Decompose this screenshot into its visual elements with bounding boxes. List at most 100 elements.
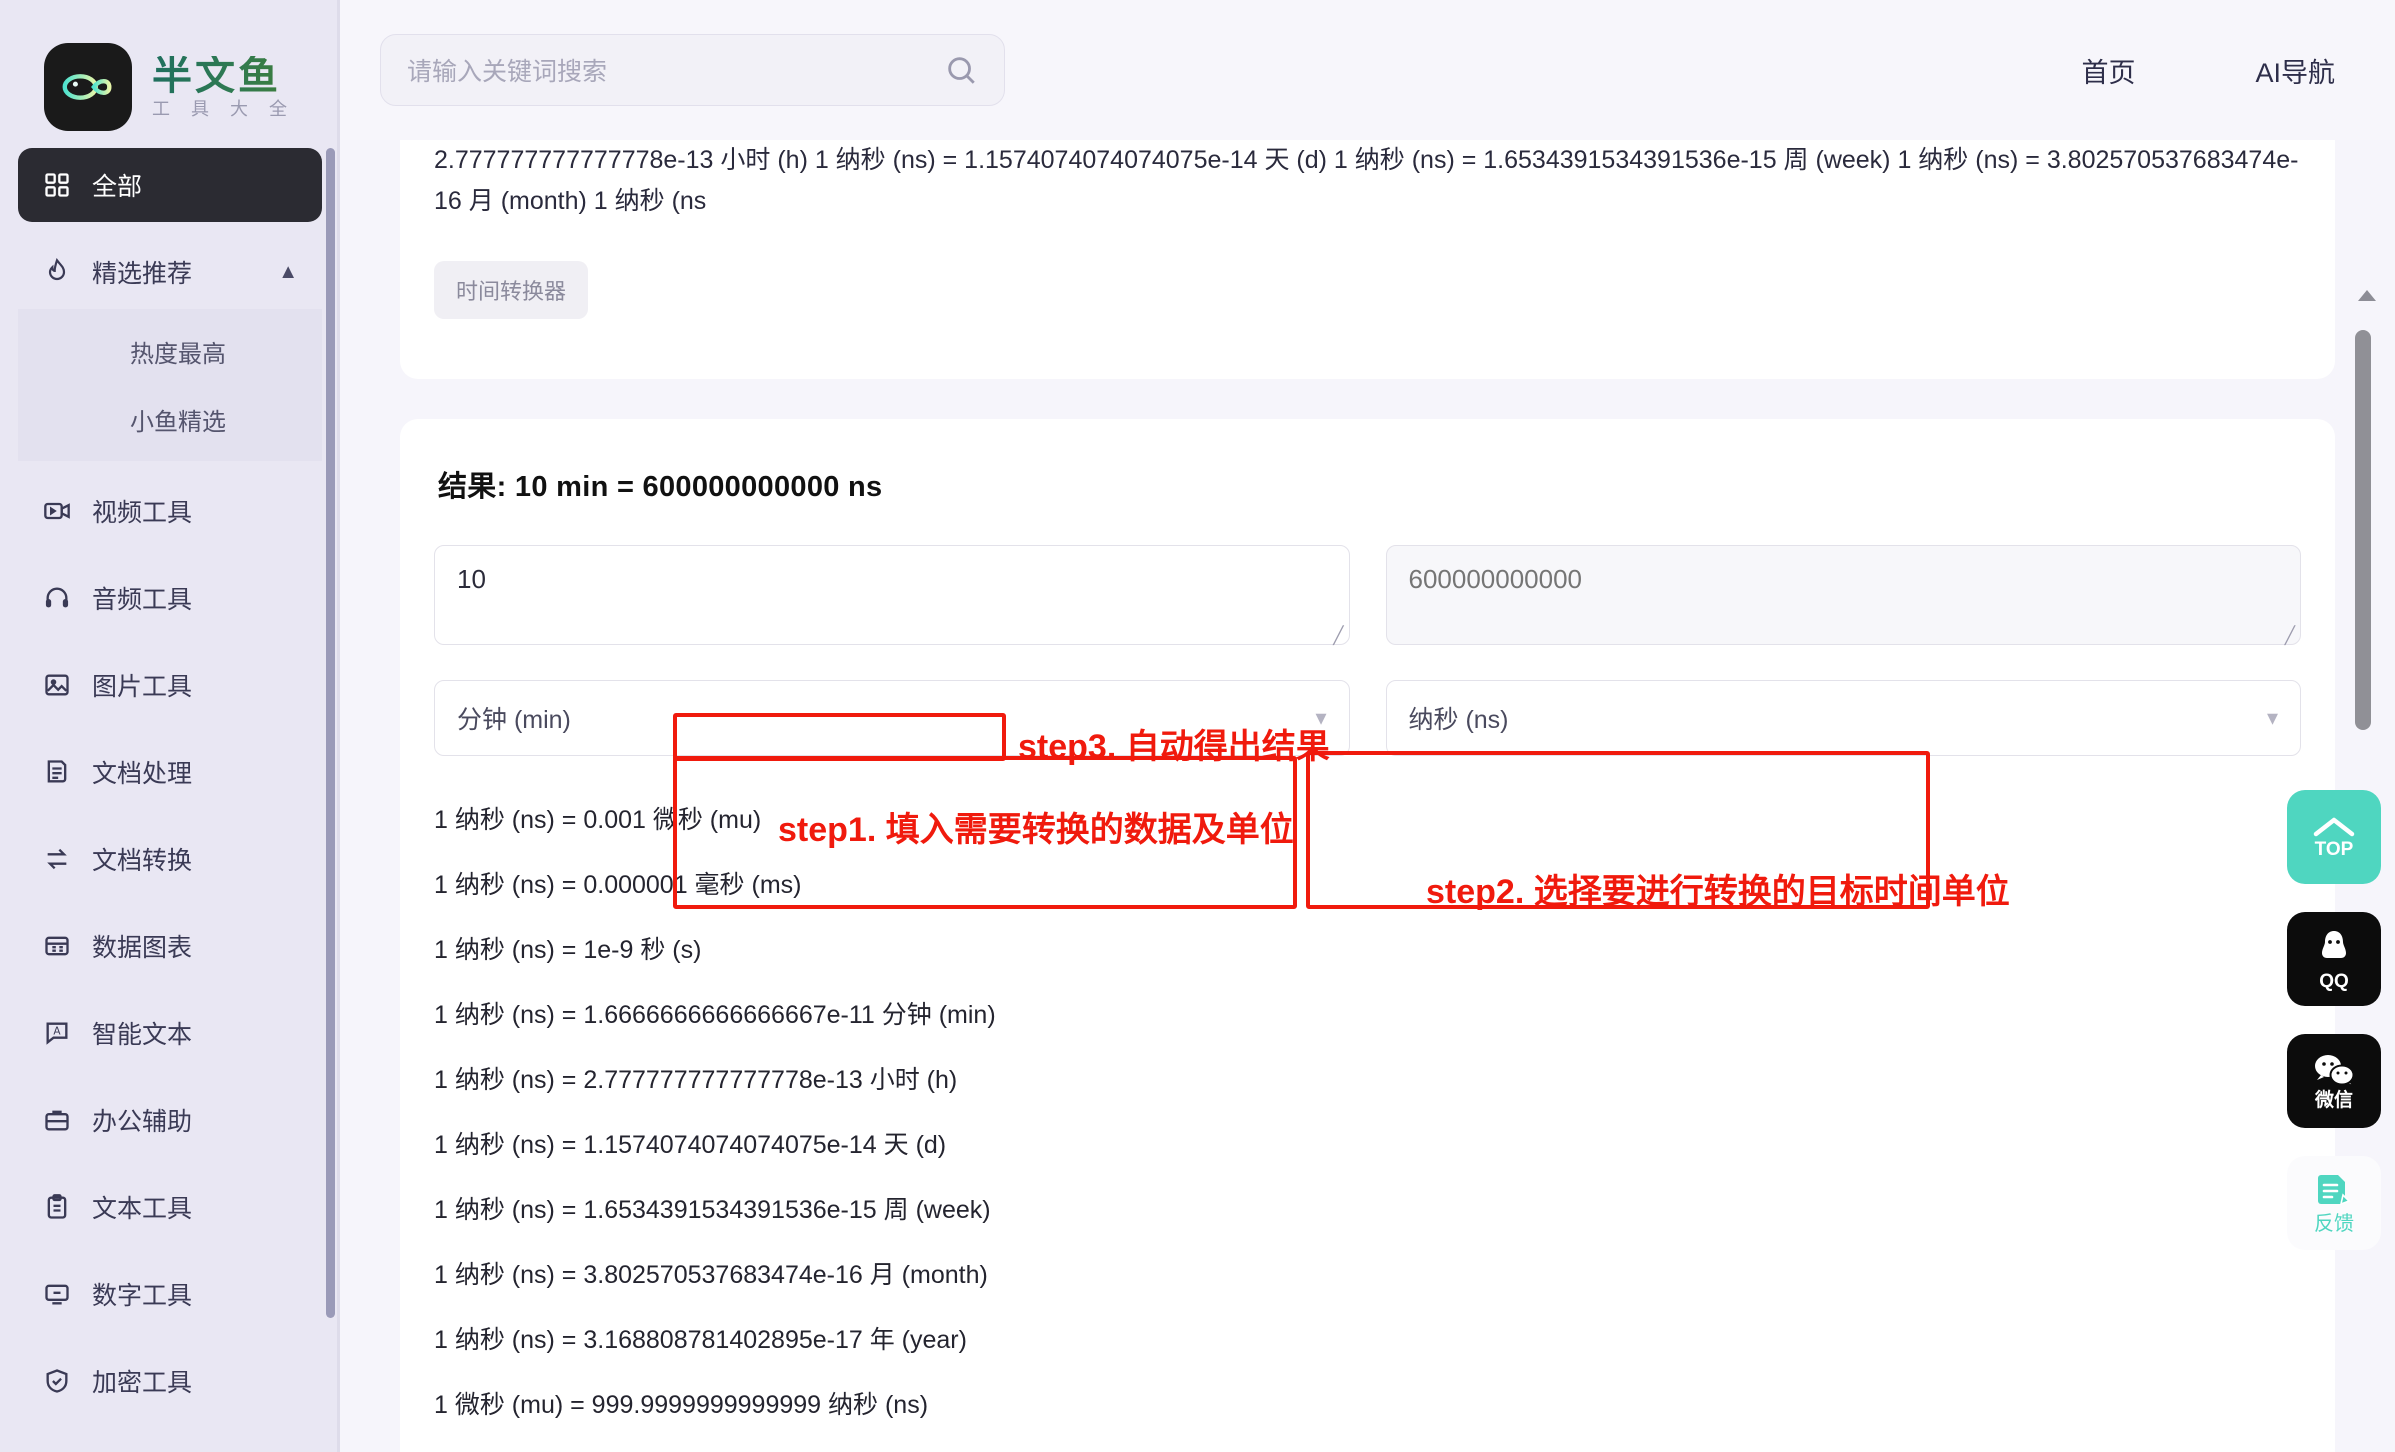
list-item: 1 纳秒 (ns) = 3.802570537683474e-16 月 (mon… xyxy=(434,1260,988,1289)
sidebar-item-label: 全部 xyxy=(92,173,143,201)
content-scroll-area: 1 纳秒 (ns) 1 纳秒 (ns) 1 纳秒 (ns) 1 纳秒 (ns) … xyxy=(340,122,2395,1452)
sidebar-item-label: 加密工具 xyxy=(92,1369,193,1397)
scroll-up-arrow-icon[interactable] xyxy=(2358,290,2376,301)
sidebar-item-picks[interactable]: 小鱼精选 xyxy=(18,385,322,453)
feedback-edit-icon xyxy=(2318,1175,2351,1206)
sidebar-item-office[interactable]: 办公辅助 xyxy=(18,1083,322,1157)
scrollbar-thumb[interactable] xyxy=(2355,330,2371,730)
description-line-1: 2.777777777777778e-13 小时 (h) 1 纳秒 (ns) =… xyxy=(434,146,2040,174)
grid-icon xyxy=(42,170,72,200)
target-unit-select[interactable]: 纳秒 (ns) ▾ xyxy=(1385,679,2301,756)
sidebar-item-label: 音频工具 xyxy=(92,586,193,614)
sidebar-item-label: 文本工具 xyxy=(92,1195,193,1223)
brand-title: 半文鱼 xyxy=(152,56,295,96)
shield-check-icon xyxy=(42,1366,72,1396)
sidebar-item-label: 智能文本 xyxy=(92,1021,193,1049)
sidebar-item-video[interactable]: 视频工具 xyxy=(18,474,322,548)
main-area: 请输入关键词搜索 首页 AI导航 1 纳秒 (ns) 1 纳秒 (ns) 1 纳… xyxy=(340,0,2395,1452)
wechat-button[interactable]: 微信 xyxy=(2287,1034,2381,1128)
converter-source-column: ╱ 分钟 (min) ▾ xyxy=(434,544,1350,756)
rail-label: 反馈 xyxy=(2314,1213,2354,1235)
search-input[interactable]: 请输入关键词搜索 xyxy=(380,34,1005,106)
search-icon[interactable] xyxy=(944,53,978,87)
top-bar: 请输入关键词搜索 首页 AI导航 xyxy=(340,0,2395,140)
sidebar-item-hottest[interactable]: 热度最高 xyxy=(18,317,322,385)
rail-label: 微信 xyxy=(2314,1089,2353,1111)
sidebar-item-label: 文档处理 xyxy=(92,760,193,788)
image-icon xyxy=(42,670,72,700)
chevron-up-icon[interactable]: ▲ xyxy=(278,261,298,284)
target-value-input[interactable] xyxy=(1385,544,2301,645)
convert-icon xyxy=(42,844,72,874)
svg-text:A: A xyxy=(53,1026,61,1038)
sidebar-nav: 全部 精选推荐 ▲ 热度最高 小鱼精选 视频工具 音频工具 图片工具 文档处理 … xyxy=(0,148,340,1418)
conversion-reference-list: 1 纳秒 (ns) = 0.001 微秒 (mu) 1 纳秒 (ns) = 0.… xyxy=(434,800,2301,1452)
rail-label: TOP xyxy=(2314,838,2354,860)
search-placeholder: 请输入关键词搜索 xyxy=(407,58,608,86)
feedback-button[interactable]: 反馈 xyxy=(2287,1156,2381,1250)
tool-tag[interactable]: 时间转换器 xyxy=(434,260,589,319)
briefcase-icon xyxy=(42,1105,72,1135)
sidebar-item-label: 视频工具 xyxy=(92,499,193,527)
table-icon xyxy=(42,931,72,961)
result-text: 结果: 10 min = 600000000000 ns xyxy=(438,470,883,503)
sidebar-item-encrypt[interactable]: 加密工具 xyxy=(18,1344,322,1418)
qq-penguin-icon xyxy=(2322,930,2346,958)
list-item: 1 纳秒 (ns) = 2.777777777777778e-13 小时 (h) xyxy=(434,1065,958,1094)
source-unit-select[interactable]: 分钟 (min) ▾ xyxy=(434,679,1350,756)
sidebar-subgroup-featured: 热度最高 小鱼精选 xyxy=(18,309,322,461)
sidebar-item-document-process[interactable]: 文档处理 xyxy=(18,735,322,809)
sidebar-item-label: 数据图表 xyxy=(92,934,193,962)
topnav-item-home[interactable]: 首页 xyxy=(2081,51,2135,90)
list-item: 1 纳秒 (ns) = 1.6534391534391536e-15 周 (we… xyxy=(434,1195,991,1224)
document-icon xyxy=(42,757,72,787)
sidebar-subitem-label: 热度最高 xyxy=(130,340,226,368)
topnav-item-ai-nav[interactable]: AI导航 xyxy=(2255,51,2335,90)
list-item: 1 纳秒 (ns) = 1.1574074074074075e-14 天 (d) xyxy=(434,1130,947,1159)
brand-subtitle: 工 具 大 全 xyxy=(152,99,296,119)
video-icon xyxy=(42,496,72,526)
target-unit-label: 纳秒 (ns) xyxy=(1408,705,1509,734)
tool-description-card: 1 纳秒 (ns) 1 纳秒 (ns) 1 纳秒 (ns) 1 纳秒 (ns) … xyxy=(400,122,2335,379)
converter-card: 结果: 10 min = 600000000000 ns ╱ 分钟 (min) … xyxy=(400,418,2335,1452)
back-to-top-button[interactable]: TOP xyxy=(2287,790,2381,884)
source-value-input[interactable] xyxy=(434,544,1350,645)
list-item: 1 纳秒 (ns) = 1.6666666666666667e-11 分钟 (m… xyxy=(434,1000,996,1029)
app-root: 半文鱼 工 具 大 全 全部 精选推荐 ▲ 热度最高 小鱼精选 视频工具 音频工… xyxy=(0,0,2395,1452)
sidebar-scrollbar[interactable] xyxy=(326,148,335,1318)
sidebar-item-document-convert[interactable]: 文档转换 xyxy=(18,822,322,896)
sidebar-item-smart-text[interactable]: A 智能文本 xyxy=(18,996,322,1070)
clipboard-icon xyxy=(42,1192,72,1222)
sidebar: 半文鱼 工 具 大 全 全部 精选推荐 ▲ 热度最高 小鱼精选 视频工具 音频工… xyxy=(0,0,340,1452)
sidebar-item-data-chart[interactable]: 数据图表 xyxy=(18,909,322,983)
sidebar-item-featured[interactable]: 精选推荐 ▲ xyxy=(18,235,322,309)
sidebar-item-text-tools[interactable]: 文本工具 xyxy=(18,1170,322,1244)
sidebar-item-number-tools[interactable]: 数字工具 xyxy=(18,1257,322,1331)
monitor-icon xyxy=(42,1279,72,1309)
chevron-down-icon[interactable]: ▾ xyxy=(2267,705,2278,731)
sidebar-subitem-label: 小鱼精选 xyxy=(130,408,226,436)
chevron-up-icon xyxy=(2313,817,2355,836)
resize-grip-icon[interactable]: ╱ xyxy=(1333,626,1343,646)
flame-icon xyxy=(42,257,72,287)
sidebar-item-label: 办公辅助 xyxy=(92,1108,193,1136)
sidebar-item-all[interactable]: 全部 xyxy=(18,148,322,222)
fish-logo-icon xyxy=(44,43,132,131)
chat-a-icon: A xyxy=(42,1018,72,1048)
list-item: 1 纳秒 (ns) = 1e-9 秒 (s) xyxy=(434,935,702,964)
chevron-down-icon[interactable]: ▾ xyxy=(1315,705,1326,731)
converter-panel: ╱ 分钟 (min) ▾ ╱ 纳秒 (ns) xyxy=(434,544,2301,756)
headphone-icon xyxy=(42,583,72,613)
qq-button[interactable]: QQ xyxy=(2287,912,2381,1006)
wechat-icon xyxy=(2315,1054,2355,1087)
sidebar-item-image[interactable]: 图片工具 xyxy=(18,648,322,722)
resize-grip-icon[interactable]: ╱ xyxy=(2285,626,2295,646)
sidebar-item-label: 图片工具 xyxy=(92,673,193,701)
sidebar-item-label: 数字工具 xyxy=(92,1282,193,1310)
sidebar-item-audio[interactable]: 音频工具 xyxy=(18,561,322,635)
converter-target-column: ╱ 纳秒 (ns) ▾ xyxy=(1385,544,2301,756)
sidebar-item-label: 文档转换 xyxy=(92,847,193,875)
list-item: 1 微秒 (mu) = 999.9999999999999 纳秒 (ns) xyxy=(434,1390,929,1419)
list-item: 1 纳秒 (ns) = 3.168808781402895e-17 年 (yea… xyxy=(434,1325,967,1354)
brand[interactable]: 半文鱼 工 具 大 全 xyxy=(0,0,340,148)
